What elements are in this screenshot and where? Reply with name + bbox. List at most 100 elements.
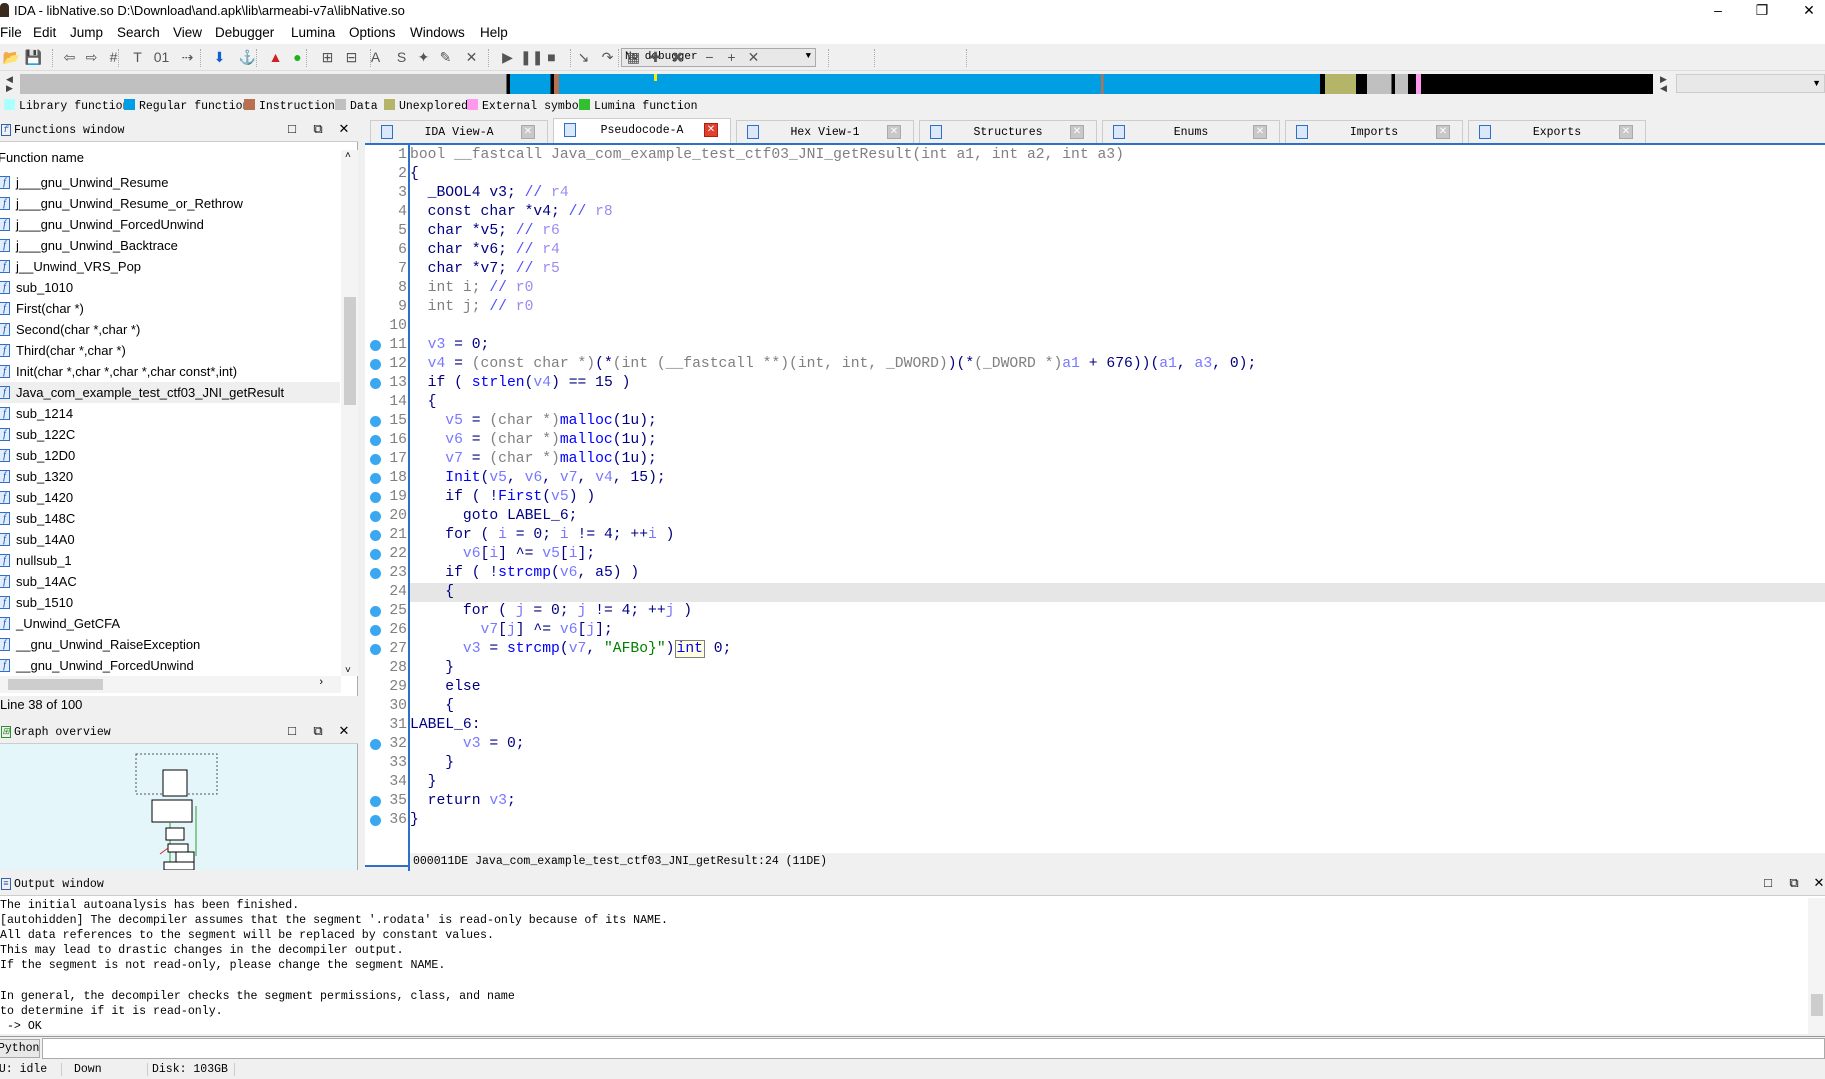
command-input[interactable] — [42, 1038, 1825, 1059]
function-list-item[interactable]: f sub_1510 — [0, 592, 340, 613]
code-line[interactable]: v4 = (const char *)(*(int (__fastcall **… — [410, 355, 1825, 374]
python-language-button[interactable]: Python — [0, 1039, 40, 1058]
pseudocode-view[interactable]: 1 2 3 4 5 6 7 8 9 10 11 12 13 14 15 16 17 18 19 20 21 22 23 24 2… — [365, 143, 1825, 871]
jump-down-icon[interactable]: ⬇ — [210, 48, 229, 67]
breakpoint-marker-icon[interactable] — [370, 359, 381, 370]
patch-icon[interactable]: ✦ — [414, 48, 433, 67]
menu-view[interactable]: View — [173, 25, 202, 40]
breakpoint-marker-icon[interactable] — [370, 530, 381, 541]
data-icon[interactable]: ⊟ — [342, 48, 361, 67]
breakpoint-marker-icon[interactable] — [370, 549, 381, 560]
breakpoint-marker-icon[interactable] — [370, 739, 381, 750]
function-list-item[interactable]: f sub_1420 — [0, 487, 340, 508]
open-icon[interactable]: 📂 — [2, 48, 21, 67]
function-list-item[interactable]: f sub_14A0 — [0, 529, 340, 550]
tab-enums[interactable]: Enums ✕ — [1102, 120, 1280, 144]
functions-horizontal-scrollbar[interactable]: › — [0, 676, 341, 693]
tab-close-button[interactable]: ✕ — [887, 125, 901, 139]
code-icon[interactable]: ⊞ — [318, 48, 337, 67]
code-line[interactable]: v5 = (char *)malloc(1u); — [410, 412, 1825, 431]
function-list-item[interactable]: f nullsub_1 — [0, 550, 340, 571]
close-pane-button[interactable]: ✕ — [336, 122, 352, 137]
column-header-function-name[interactable]: Function name — [0, 150, 84, 165]
delete-breakpoint-icon[interactable]: ✖ — [668, 48, 687, 67]
close-window-button[interactable]: ✕ — [1794, 0, 1824, 20]
function-list-item[interactable]: f j___gnu_Unwind_ForcedUnwind — [0, 214, 340, 235]
immediate-search-icon[interactable]: 01 — [152, 48, 171, 67]
code-line[interactable]: bool __fastcall Java_com_example_test_ct… — [410, 146, 1825, 165]
minimize-button[interactable]: – — [1703, 0, 1733, 20]
breakpoints-icon[interactable]: ▦ — [624, 48, 643, 67]
scroll-thumb[interactable] — [8, 679, 103, 690]
code-line[interactable]: const char *v4; // r8 — [410, 203, 1825, 222]
code-line[interactable]: } — [410, 773, 1825, 792]
output-scrollbar[interactable] — [1808, 898, 1825, 1034]
tab-structures[interactable]: Structures ✕ — [919, 120, 1097, 144]
output-log[interactable]: The initial autoanalysis has been finish… — [0, 898, 1805, 1034]
breakpoint-marker-icon[interactable] — [370, 473, 381, 484]
breakpoint-marker-icon[interactable] — [370, 815, 381, 826]
nav-scroll-arrows-right[interactable]: ▶ ◀ — [1660, 75, 1667, 93]
function-list-item[interactable]: f __gnu_Unwind_RaiseException — [0, 634, 340, 655]
function-list-item[interactable]: f Second(char *,char *) — [0, 319, 340, 340]
code-line[interactable]: LABEL_6: — [410, 716, 1825, 735]
code-line[interactable]: for ( i = 0; i != 4; ++i ) — [410, 526, 1825, 545]
code-line[interactable]: { — [410, 165, 1825, 184]
tab-pseudocode-a[interactable]: Pseudocode-A ✕ — [553, 118, 731, 144]
function-list-item[interactable]: f sub_148C — [0, 508, 340, 529]
code-line[interactable]: if ( !strcmp(v6, a5) ) — [410, 564, 1825, 583]
close-pane-button[interactable]: ✕ — [336, 724, 352, 739]
code-line[interactable]: goto LABEL_6; — [410, 507, 1825, 526]
function-list-item[interactable]: f sub_12D0 — [0, 445, 340, 466]
scroll-right-icon[interactable]: › — [319, 676, 323, 688]
code-line[interactable]: v3 = 0; — [410, 336, 1825, 355]
breakpoint-marker-icon[interactable] — [370, 796, 381, 807]
code-line[interactable]: v3 = strcmp(v7, "AFBo}") int 0; — [410, 640, 1825, 659]
float-pane-button[interactable]: ⧉ — [1786, 876, 1802, 891]
code-line[interactable]: v6[i] ^= v5[i]; — [410, 545, 1825, 564]
scroll-thumb[interactable] — [1811, 994, 1823, 1016]
tab-hex-view-1[interactable]: Hex View-1 ✕ — [736, 120, 914, 144]
back-icon[interactable]: ⇦ — [60, 48, 79, 67]
text-search-icon[interactable]: T — [128, 48, 147, 67]
menu-debugger[interactable]: Debugger — [215, 25, 274, 40]
navigation-band[interactable] — [20, 74, 1653, 94]
function-list-item[interactable]: f First(char *) — [0, 298, 340, 319]
edit-icon[interactable]: ✎ — [436, 48, 455, 67]
tab-close-button[interactable]: ✕ — [521, 125, 535, 139]
type-hint[interactable]: int — [674, 640, 705, 658]
code-line[interactable]: Init(v5, v6, v7, v4, 15); — [410, 469, 1825, 488]
save-icon[interactable]: 💾 — [24, 48, 43, 67]
code-line[interactable]: char *v6; // r4 — [410, 241, 1825, 260]
menu-lumina[interactable]: Lumina — [291, 25, 335, 40]
code-line[interactable]: v7 = (char *)malloc(1u); — [410, 450, 1825, 469]
tab-close-button[interactable]: ✕ — [1436, 125, 1450, 139]
maximize-pane-button[interactable]: □ — [1760, 876, 1776, 891]
breakpoint-marker-icon[interactable] — [370, 568, 381, 579]
function-list-item[interactable]: f j___gnu_Unwind_Resume_or_Rethrow — [0, 193, 340, 214]
green-ball-icon[interactable]: ● — [288, 48, 307, 67]
graph-overview-canvas[interactable] — [0, 744, 357, 872]
breakpoint-marker-icon[interactable] — [370, 416, 381, 427]
close-pane-button[interactable]: ✕ — [1811, 876, 1825, 891]
tab-close-button[interactable]: ✕ — [1253, 125, 1267, 139]
report-icon[interactable]: ▲ — [266, 48, 285, 67]
close-icon[interactable]: ✕ — [744, 48, 763, 67]
function-list-item[interactable]: f j___gnu_Unwind_Resume — [0, 172, 340, 193]
code-line[interactable]: if ( strlen(v4) == 15 ) — [410, 374, 1825, 393]
add-breakpoint-icon[interactable]: ✚ — [646, 48, 665, 67]
breakpoint-marker-icon[interactable] — [370, 606, 381, 617]
step-into-icon[interactable]: ↘ — [574, 48, 593, 67]
scroll-up-icon[interactable]: ˄ — [345, 150, 351, 161]
code-line[interactable]: int j; // r0 — [410, 298, 1825, 317]
tab-ida-view-a[interactable]: IDA View-A ✕ — [370, 120, 548, 144]
function-list-item[interactable]: f sub_1010 — [0, 277, 340, 298]
tab-close-button[interactable]: ✕ — [1619, 125, 1633, 139]
code-line[interactable]: } — [410, 659, 1825, 678]
function-list-item[interactable]: f _Unwind_GetCFA — [0, 613, 340, 634]
code-line[interactable] — [410, 317, 1825, 336]
code-line[interactable]: } — [410, 754, 1825, 773]
breakpoint-marker-icon[interactable] — [370, 644, 381, 655]
forward-icon[interactable]: ⇨ — [82, 48, 101, 67]
pause-icon[interactable]: ❚❚ — [520, 48, 543, 67]
